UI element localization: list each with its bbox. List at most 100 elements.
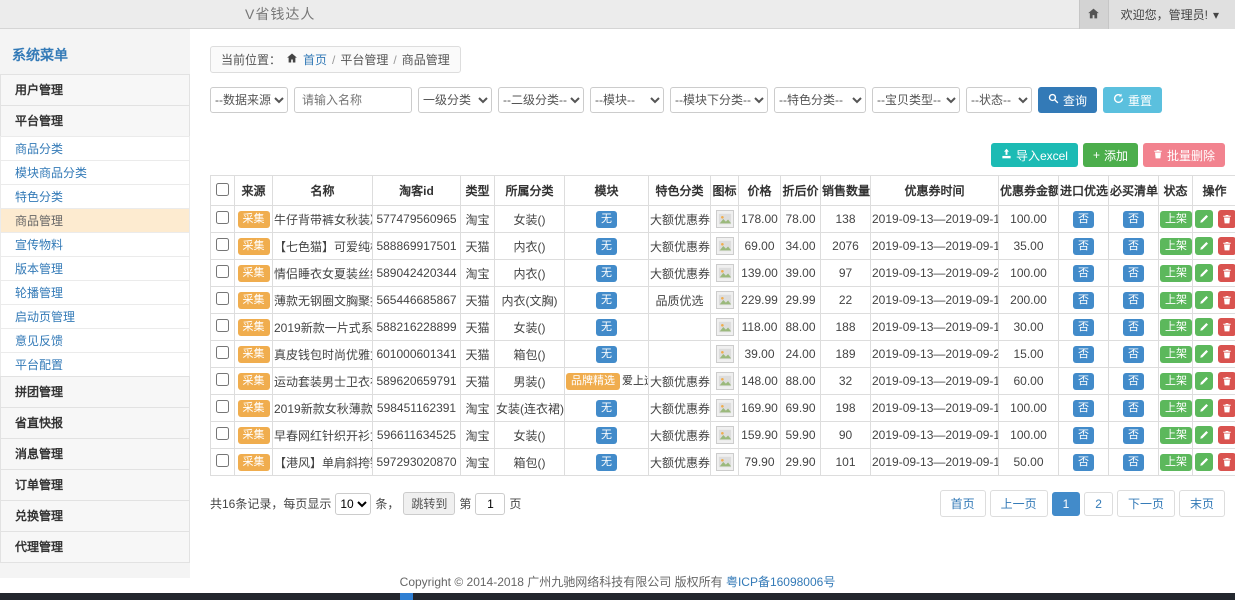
item-type-select[interactable]: --宝贝类型-- — [872, 87, 960, 113]
featured-category-select[interactable]: --特色分类-- — [774, 87, 866, 113]
must-buy-toggle[interactable]: 否 — [1123, 319, 1144, 336]
sidebar-item[interactable]: 启动页管理 — [0, 304, 190, 329]
sidebar-item[interactable]: 模块商品分类 — [0, 160, 190, 185]
must-buy-toggle[interactable]: 否 — [1123, 454, 1144, 471]
breadcrumb-home-link[interactable]: 首页 — [303, 51, 327, 68]
sidebar-group[interactable]: 代理管理 — [0, 531, 190, 563]
delete-button[interactable] — [1218, 291, 1235, 309]
status-badge[interactable]: 上架 — [1160, 319, 1192, 336]
status-badge[interactable]: 上架 — [1160, 238, 1192, 255]
sidebar-group[interactable]: 拼团管理 — [0, 376, 190, 408]
edit-button[interactable] — [1195, 399, 1213, 417]
import-select-toggle[interactable]: 否 — [1073, 319, 1094, 336]
reset-button[interactable]: 重置 — [1103, 87, 1162, 113]
delete-button[interactable] — [1218, 345, 1235, 363]
sidebar-group[interactable]: 订单管理 — [0, 469, 190, 501]
import-select-toggle[interactable]: 否 — [1073, 238, 1094, 255]
must-buy-toggle[interactable]: 否 — [1123, 373, 1144, 390]
delete-button[interactable] — [1218, 399, 1235, 417]
delete-button[interactable] — [1218, 318, 1235, 336]
status-badge[interactable]: 上架 — [1160, 454, 1192, 471]
user-menu[interactable]: 欢迎您，管理员! ▾ — [1109, 0, 1235, 29]
must-buy-toggle[interactable]: 否 — [1123, 427, 1144, 444]
status-select[interactable]: --状态-- — [966, 87, 1032, 113]
edit-button[interactable] — [1195, 453, 1213, 471]
delete-button[interactable] — [1218, 237, 1235, 255]
sidebar-item[interactable]: 特色分类 — [0, 184, 190, 209]
module-select[interactable]: --模块-- — [590, 87, 664, 113]
row-checkbox[interactable] — [216, 238, 229, 251]
page-number-button[interactable]: 2 — [1084, 492, 1113, 516]
last-page-button[interactable]: 末页 — [1179, 490, 1225, 517]
status-badge[interactable]: 上架 — [1160, 346, 1192, 363]
first-page-button[interactable]: 首页 — [940, 490, 986, 517]
must-buy-toggle[interactable]: 否 — [1123, 238, 1144, 255]
sidebar-item[interactable]: 平台配置 — [0, 352, 190, 377]
must-buy-toggle[interactable]: 否 — [1123, 265, 1144, 282]
must-buy-toggle[interactable]: 否 — [1123, 400, 1144, 417]
select-all-checkbox[interactable] — [216, 183, 229, 196]
home-icon-button[interactable] — [1079, 0, 1109, 29]
status-badge[interactable]: 上架 — [1160, 292, 1192, 309]
status-badge[interactable]: 上架 — [1160, 373, 1192, 390]
edit-button[interactable] — [1195, 318, 1213, 336]
import-select-toggle[interactable]: 否 — [1073, 211, 1094, 228]
sidebar-group[interactable]: 平台管理 — [0, 105, 190, 137]
sidebar-group[interactable]: 用户管理 — [0, 74, 190, 106]
edit-button[interactable] — [1195, 291, 1213, 309]
row-checkbox[interactable] — [216, 265, 229, 278]
row-checkbox[interactable] — [216, 211, 229, 224]
row-checkbox[interactable] — [216, 373, 229, 386]
sidebar-group[interactable]: 消息管理 — [0, 438, 190, 470]
status-badge[interactable]: 上架 — [1160, 400, 1192, 417]
sidebar-item[interactable]: 版本管理 — [0, 256, 190, 281]
row-checkbox[interactable] — [216, 319, 229, 332]
name-search-input[interactable] — [294, 87, 412, 113]
edit-button[interactable] — [1195, 210, 1213, 228]
import-excel-button[interactable]: 导入excel — [991, 143, 1078, 167]
status-badge[interactable]: 上架 — [1160, 427, 1192, 444]
status-badge[interactable]: 上架 — [1160, 265, 1192, 282]
sidebar-item[interactable]: 商品分类 — [0, 136, 190, 161]
import-select-toggle[interactable]: 否 — [1073, 373, 1094, 390]
edit-button[interactable] — [1195, 237, 1213, 255]
must-buy-toggle[interactable]: 否 — [1123, 346, 1144, 363]
import-select-toggle[interactable]: 否 — [1073, 454, 1094, 471]
sidebar-item[interactable]: 宣传物料 — [0, 232, 190, 257]
delete-button[interactable] — [1218, 372, 1235, 390]
delete-button[interactable] — [1218, 426, 1235, 444]
import-select-toggle[interactable]: 否 — [1073, 265, 1094, 282]
sidebar-item[interactable]: 商品管理 — [0, 208, 190, 233]
edit-button[interactable] — [1195, 426, 1213, 444]
page-number-button[interactable]: 1 — [1052, 492, 1081, 516]
row-checkbox[interactable] — [216, 292, 229, 305]
level2-category-select[interactable]: --二级分类-- — [498, 87, 584, 113]
row-checkbox[interactable] — [216, 400, 229, 413]
row-checkbox[interactable] — [216, 346, 229, 359]
must-buy-toggle[interactable]: 否 — [1123, 211, 1144, 228]
import-select-toggle[interactable]: 否 — [1073, 400, 1094, 417]
batch-delete-button[interactable]: 批量删除 — [1143, 143, 1225, 167]
edit-button[interactable] — [1195, 372, 1213, 390]
edit-button[interactable] — [1195, 345, 1213, 363]
icp-link[interactable]: 粤ICP备16098006号 — [726, 575, 835, 589]
source-select[interactable]: --数据来源-- — [210, 87, 288, 113]
import-select-toggle[interactable]: 否 — [1073, 427, 1094, 444]
status-badge[interactable]: 上架 — [1160, 211, 1192, 228]
level1-category-select[interactable]: 一级分类 — [418, 87, 492, 113]
module-sub-select[interactable]: --模块下分类-- — [670, 87, 768, 113]
search-button[interactable]: 查询 — [1038, 87, 1097, 113]
delete-button[interactable] — [1218, 210, 1235, 228]
row-checkbox[interactable] — [216, 427, 229, 440]
add-button[interactable]: + 添加 — [1083, 143, 1138, 167]
must-buy-toggle[interactable]: 否 — [1123, 292, 1144, 309]
sidebar-group[interactable]: 兑换管理 — [0, 500, 190, 532]
delete-button[interactable] — [1218, 453, 1235, 471]
page-number-input[interactable] — [475, 493, 505, 515]
sidebar-item[interactable]: 意见反馈 — [0, 328, 190, 353]
jump-button[interactable]: 跳转到 — [403, 492, 455, 515]
import-select-toggle[interactable]: 否 — [1073, 346, 1094, 363]
delete-button[interactable] — [1218, 264, 1235, 282]
sidebar-item[interactable]: 轮播管理 — [0, 280, 190, 305]
edit-button[interactable] — [1195, 264, 1213, 282]
